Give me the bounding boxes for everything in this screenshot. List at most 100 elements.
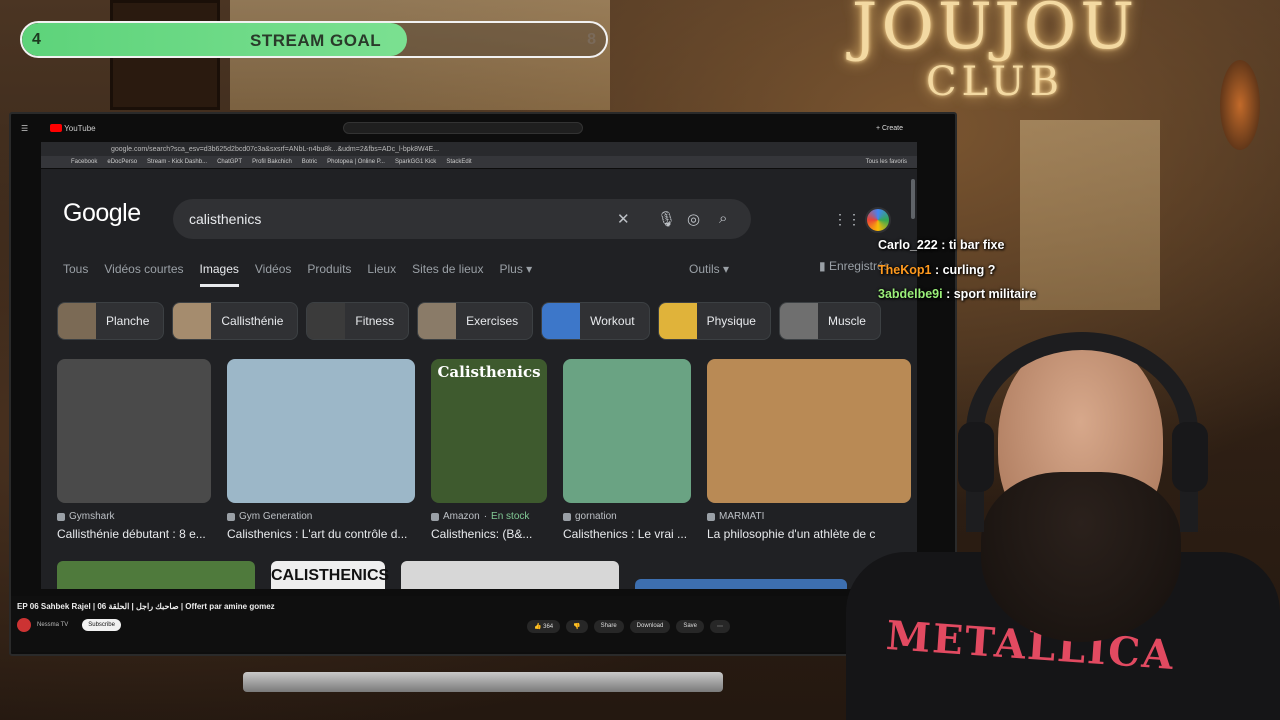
bookmark-item[interactable]: StackEdit (446, 159, 471, 165)
clear-icon[interactable]: ✕ (617, 210, 630, 228)
bookmark-item[interactable]: Facebook (71, 159, 97, 165)
bookmark-item[interactable]: Botric (302, 159, 317, 165)
image-results-row-2: CALISTHENICS (57, 561, 847, 589)
all-bookmarks[interactable]: Tous les favoris (866, 159, 907, 165)
chip-thumbnail (658, 303, 697, 339)
tab-vid-os[interactable]: Vidéos (255, 262, 291, 287)
chrome-address-bar[interactable]: google.com/search?sca_esv=d3b625d2bcd07c… (41, 142, 917, 156)
tab-images[interactable]: Images (199, 262, 239, 287)
chip-exercises[interactable]: Exercises (417, 302, 534, 340)
create-button[interactable]: + Create (876, 125, 903, 132)
page-scrollbar[interactable] (911, 179, 915, 219)
chip-physique[interactable]: Physique (657, 302, 771, 340)
streamer-webcam: METALLICA (846, 312, 1280, 720)
image-result-partial[interactable]: CALISTHENICS (271, 561, 389, 589)
tab-sites-de-lieux[interactable]: Sites de lieux (412, 262, 483, 287)
image-result[interactable]: gornation Calisthenics : Le vrai ... (563, 359, 691, 541)
brand-sign: JOUJOU CLUB (835, 0, 1155, 104)
bookmark-item[interactable]: Profil Bakchich (252, 159, 292, 165)
google-search-input[interactable]: calisthenics ✕ 🎙 ◎ ⌕ (173, 199, 751, 239)
result-thumbnail[interactable] (227, 359, 415, 503)
lamp-glow (1220, 60, 1260, 150)
bookmark-icon: ▮ (819, 259, 829, 273)
video-action-button[interactable]: 👍 364 (527, 620, 561, 633)
chip-label: Workout (590, 314, 635, 328)
shared-screen-monitor: ☰ YouTube + Create google.com/search?sca… (9, 112, 957, 656)
chat-message: TheKop1 : curling ? (878, 258, 1036, 283)
youtube-topbar: ☰ YouTube + Create (21, 120, 951, 136)
result-title[interactable]: Callisthénie débutant : 8 e... (57, 527, 211, 541)
chat-username: TheKop1 (878, 262, 932, 277)
result-title[interactable]: Calisthenics : L'art du contrôle d... (227, 527, 415, 541)
stock-badge: En stock (491, 511, 530, 522)
bookmark-item[interactable]: eDocPerso (107, 159, 137, 165)
chip-thumbnail (58, 303, 96, 339)
url-text: google.com/search?sca_esv=d3b625d2bcd07c… (111, 145, 440, 153)
chat-message: 3abdelbe9i : sport militaire (878, 282, 1036, 307)
result-thumbnail[interactable]: Calisthenics (431, 359, 547, 503)
goal-end-value: 8 (587, 31, 596, 48)
chip-thumbnail (418, 303, 457, 339)
bookmark-item[interactable]: Photopea | Online P... (327, 159, 385, 165)
video-action-button[interactable]: Download (629, 620, 671, 633)
tab-lieux[interactable]: Lieux (367, 262, 396, 287)
video-action-button[interactable]: Share (593, 620, 624, 633)
tab-vid-os-courtes[interactable]: Vidéos courtes (104, 262, 183, 287)
headphones-icon (966, 332, 1198, 532)
result-source: gornation (563, 511, 691, 522)
channel-name[interactable]: Nessma TV (37, 622, 68, 628)
bookmark-item[interactable]: SparkGG1 Kick (395, 159, 436, 165)
video-action-button[interactable]: ⋯ (710, 620, 731, 633)
chip-callisthénie[interactable]: Callisthénie (172, 302, 299, 340)
tab-plus-[interactable]: Plus ▾ (499, 262, 532, 287)
image-result[interactable]: Gymshark Callisthénie débutant : 8 e... (57, 359, 211, 541)
video-actions: 👍 364 👎 Share Download Save ⋯ (527, 620, 731, 633)
chat-separator: : (937, 238, 949, 252)
video-action-button[interactable]: 👎 (566, 620, 588, 633)
menu-icon[interactable]: ☰ (21, 124, 28, 133)
chat-text: curling ? (942, 262, 996, 277)
result-thumbnail[interactable] (57, 359, 211, 503)
tab-tous[interactable]: Tous (63, 262, 88, 287)
source-name: Gymshark (69, 511, 115, 522)
youtube-brand: YouTube (64, 123, 96, 133)
tab-produits[interactable]: Produits (307, 262, 351, 287)
image-result[interactable]: Gym Generation Calisthenics : L'art du co… (227, 359, 415, 541)
newspaper-wall-right (1020, 120, 1160, 310)
chip-workout[interactable]: Workout (541, 302, 650, 340)
lens-icon[interactable]: ◎ (687, 210, 700, 228)
related-chips: Planche Callisthénie Fitness Exercises Worko… (57, 302, 881, 340)
search-icon[interactable]: ⌕ (719, 210, 727, 227)
chat-text: sport militaire (953, 287, 1037, 301)
image-result[interactable]: Calisthenics Amazon · En stock Calisthenics:… (431, 359, 547, 541)
avatar[interactable] (865, 207, 891, 233)
subscribe-button[interactable]: Subscribe (82, 619, 121, 631)
result-title[interactable]: Calisthenics: (B&... (431, 527, 547, 541)
google-logo[interactable]: Google (63, 199, 141, 228)
mic-icon[interactable]: 🎙 (657, 210, 676, 228)
chat-text: ti bar fixe (948, 238, 1005, 252)
youtube-play-icon (50, 124, 63, 132)
result-thumbnail[interactable] (563, 359, 691, 503)
favicon-icon (57, 512, 65, 521)
channel-avatar[interactable] (17, 618, 31, 632)
query-text: calisthenics (189, 211, 262, 227)
youtube-logo[interactable]: YouTube (50, 123, 96, 133)
result-title[interactable]: Calisthenics : Le vrai ... (563, 527, 691, 541)
video-title[interactable]: EP 06 Sahbek Rajel | صاحبك راجل | الحلقة… (17, 602, 275, 611)
chip-label: Fitness (355, 314, 395, 328)
video-action-button[interactable]: Save (676, 620, 705, 633)
monitor-stand (243, 672, 723, 692)
chip-fitness[interactable]: Fitness (306, 302, 410, 340)
image-result-partial[interactable] (401, 561, 619, 589)
youtube-search-input[interactable] (343, 122, 583, 134)
result-source: Gymshark (57, 511, 211, 522)
chat-separator: : (931, 262, 943, 277)
tools-button[interactable]: Outils ▾ (689, 262, 729, 276)
image-result-partial[interactable] (635, 579, 847, 589)
bookmark-item[interactable]: ChatGPT (217, 159, 242, 165)
chip-label: Planche (106, 314, 150, 328)
bookmark-item[interactable]: Stream - Kick Dashb... (147, 159, 207, 165)
chip-planche[interactable]: Planche (57, 302, 165, 340)
image-result-partial[interactable] (57, 561, 255, 589)
